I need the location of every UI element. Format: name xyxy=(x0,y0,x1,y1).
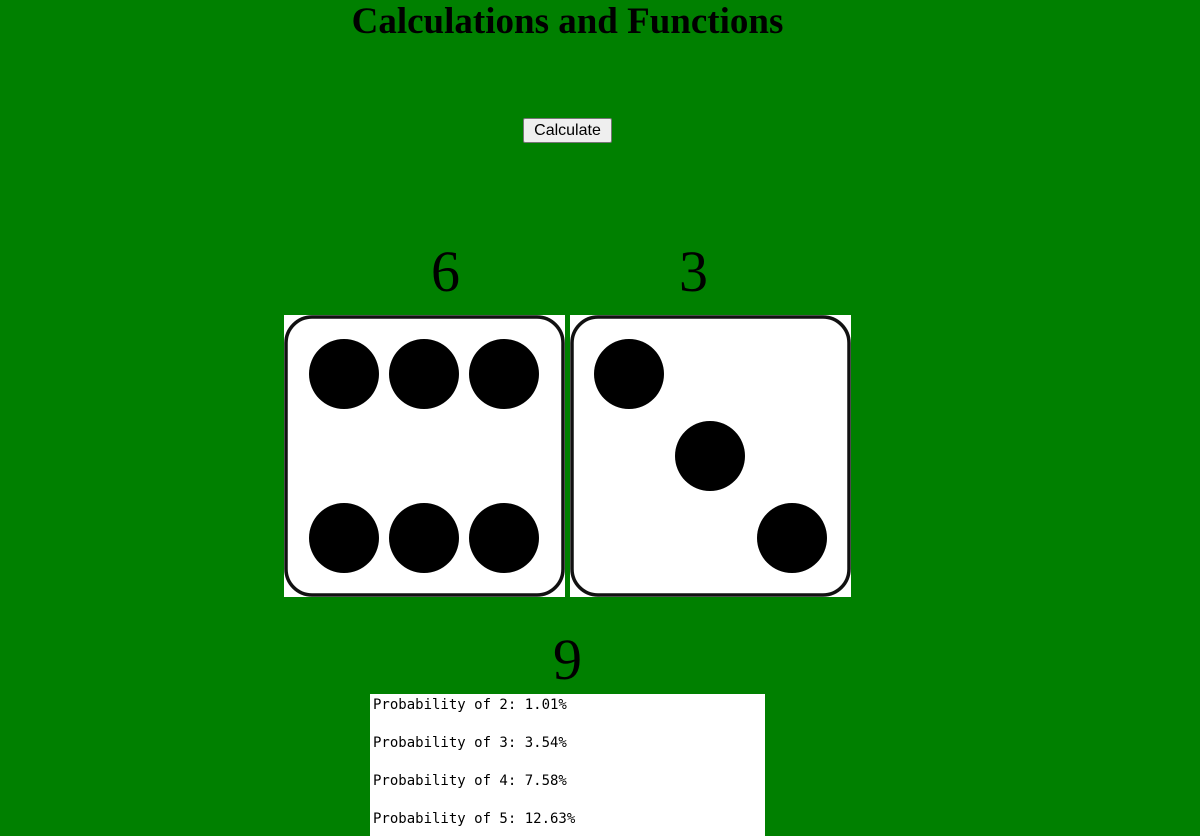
probability-item: Probability of 2: 1.01% xyxy=(373,697,567,713)
die-1-value: 6 xyxy=(431,239,460,304)
probability-item: Probability of 5: 12.63% xyxy=(373,811,576,827)
die-2-pip xyxy=(675,421,745,491)
die-1-image xyxy=(284,315,565,597)
die-1-pip xyxy=(389,339,459,409)
die-2-pip xyxy=(757,503,827,573)
probability-list: Probability of 2: 1.01% Probability of 3… xyxy=(370,694,765,836)
die-1-pip xyxy=(309,503,379,573)
dice-sum: 9 xyxy=(553,627,582,692)
die-2-image xyxy=(570,315,851,597)
die-1-pip xyxy=(389,503,459,573)
probability-item: Probability of 4: 7.58% xyxy=(373,773,567,789)
probability-item: Probability of 3: 3.54% xyxy=(373,735,567,751)
die-1-pip xyxy=(469,339,539,409)
die-2-pip xyxy=(594,339,664,409)
die-2-value: 3 xyxy=(679,239,708,304)
die-1-pip xyxy=(469,503,539,573)
calculate-button[interactable]: Calculate xyxy=(523,118,612,143)
die-1-pip xyxy=(309,339,379,409)
page-title: Calculations and Functions xyxy=(351,1,784,42)
